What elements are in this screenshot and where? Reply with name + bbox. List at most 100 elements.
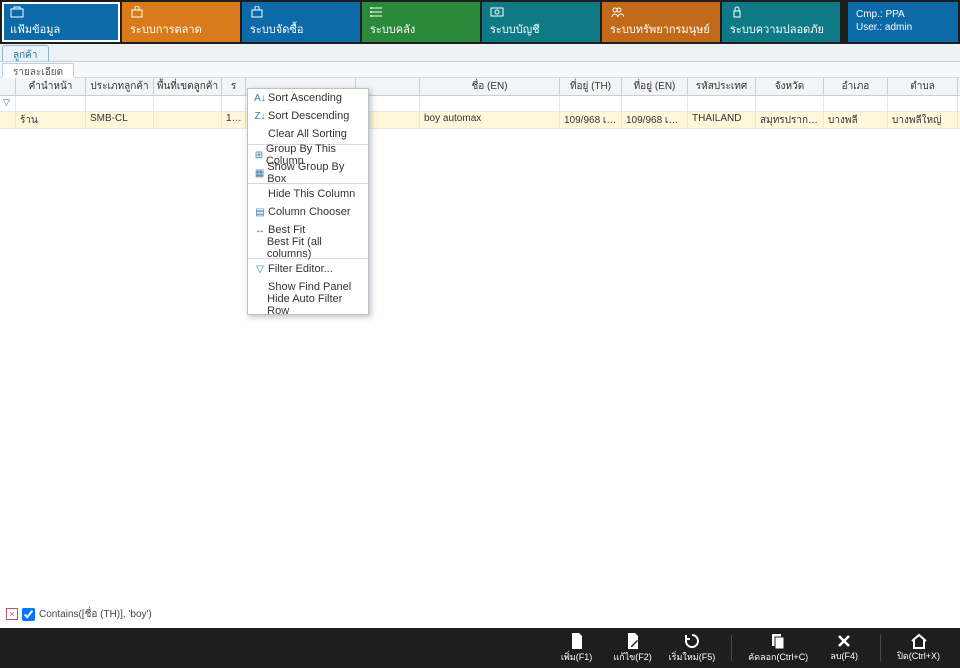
bag-icon <box>130 6 232 18</box>
cell: บางพลี <box>824 112 888 128</box>
filter-cell: ▽ <box>0 96 16 112</box>
filter-enabled-checkbox[interactable] <box>22 608 35 621</box>
briefcase-icon <box>10 6 112 18</box>
bestfit-icon: ↔ <box>252 225 268 236</box>
ribbon-tile-file[interactable]: แฟ้มข้อมูล <box>2 2 120 42</box>
ribbon-tile-hr[interactable]: ระบบทรัพยากรมนุษย์ <box>602 2 720 42</box>
lock-icon <box>730 6 832 18</box>
sub-tab-details[interactable]: รายละเอียด <box>2 63 74 78</box>
copy-icon <box>770 632 786 650</box>
filter-cell[interactable] <box>756 96 824 112</box>
grid-header[interactable]: คำนำหน้า <box>16 78 86 95</box>
funnel-icon: ▽ <box>252 264 268 275</box>
chooser-icon: ▤ <box>252 207 268 218</box>
menu-label: Show Group By Box <box>267 161 362 185</box>
sort-asc-icon: A↓ <box>252 93 268 104</box>
filter-cell[interactable] <box>420 96 560 112</box>
btn-label: ลบ(F4) <box>830 649 858 663</box>
ribbon-tile-accounting[interactable]: ระบบบัญชี <box>482 2 600 42</box>
cell: 109/968 เชียงกร... <box>560 112 622 128</box>
ribbon-label: ระบบความปลอดภัย <box>730 20 832 38</box>
cmp-label: Cmp.: <box>856 9 883 20</box>
menu-label: Show Find Panel <box>268 281 351 293</box>
sub-tabs: รายละเอียด <box>0 62 960 78</box>
grid-header-row: คำนำหน้า ประเภทลูกค้า พื้นที่เขตลูกค้า ร… <box>0 78 960 96</box>
filter-cell[interactable] <box>560 96 622 112</box>
menu-column-chooser[interactable]: ▤Column Chooser <box>248 203 368 221</box>
cmp-value: PPA <box>885 9 904 20</box>
grid-header[interactable]: ที่อยู่ (EN) <box>622 78 688 95</box>
table-row[interactable]: ร้าน SMB-CL 10-00 boy automax 109/968 เช… <box>0 112 960 129</box>
menu-sort-descending[interactable]: Z↓Sort Descending <box>248 107 368 125</box>
ribbon-label: ระบบบัญชี <box>490 20 592 38</box>
filter-cell[interactable] <box>154 96 222 112</box>
grid-header[interactable]: ร <box>222 78 246 95</box>
clear-filter-button[interactable]: × <box>6 608 18 620</box>
menu-label: Sort Ascending <box>268 92 342 104</box>
cell: บางพลีใหญ่ <box>888 112 958 128</box>
menu-label: Best Fit <box>268 224 305 236</box>
grid-header[interactable]: พื้นที่เขตลูกค้า <box>154 78 222 95</box>
edit-button[interactable]: แก้ไข(F2) <box>613 632 653 664</box>
list-icon <box>370 6 472 18</box>
menu-hide-auto-filter[interactable]: Hide Auto Filter Row <box>248 296 368 314</box>
groupbox-icon: ▦ <box>252 168 267 179</box>
menu-label: Hide Auto Filter Row <box>267 293 362 317</box>
ribbon-label: ระบบจัดซื้อ <box>250 20 352 38</box>
menu-clear-sorting[interactable]: Clear All Sorting <box>248 125 368 143</box>
close-button[interactable]: ปิด(Ctrl+X) <box>897 633 940 663</box>
grid-header[interactable]: จังหวัด <box>756 78 824 95</box>
add-button[interactable]: เพิ่ม(F1) <box>557 632 597 664</box>
menu-sort-ascending[interactable]: A↓Sort Ascending <box>248 89 368 107</box>
filter-cell[interactable] <box>16 96 86 112</box>
user-label: User.: <box>856 22 882 33</box>
filter-cell[interactable] <box>888 96 958 112</box>
btn-label: ปิด(Ctrl+X) <box>897 649 940 663</box>
ribbon-label: ระบบทรัพยากรมนุษย์ <box>610 20 712 38</box>
data-grid: คำนำหน้า ประเภทลูกค้า พื้นที่เขตลูกค้า ร… <box>0 78 960 129</box>
ribbon-tile-security[interactable]: ระบบความปลอดภัย <box>722 2 840 42</box>
menu-label: Hide This Column <box>268 188 355 200</box>
bag-icon <box>250 6 352 18</box>
user-value: admin <box>885 22 912 33</box>
file-edit-icon <box>625 632 641 650</box>
home-icon <box>910 633 928 649</box>
filter-cell[interactable] <box>688 96 756 112</box>
delete-button[interactable]: ลบ(F4) <box>824 633 864 663</box>
delete-icon <box>836 633 852 649</box>
grid-header[interactable]: ที่อยู่ (TH) <box>560 78 622 95</box>
row-indicator <box>0 112 16 128</box>
grid-header[interactable]: ประเภทลูกค้า <box>86 78 154 95</box>
refresh-button[interactable]: เริ่มใหม่(F5) <box>669 632 716 664</box>
filter-expression[interactable]: Contains([ชื่อ (TH)], 'boy') <box>39 607 152 622</box>
grid-header[interactable]: ชื่อ (EN) <box>420 78 560 95</box>
ribbon-user-info: Cmp.: PPA User.: admin <box>848 2 958 42</box>
doc-tab-customers[interactable]: ลูกค้า <box>2 45 49 61</box>
document-tabs: ลูกค้า <box>0 44 960 62</box>
bottom-toolbar: เพิ่ม(F1) แก้ไข(F2) เริ่มใหม่(F5) คัดลอก… <box>0 628 960 668</box>
menu-best-fit-all[interactable]: Best Fit (all columns) <box>248 239 368 257</box>
ribbon-tile-inventory[interactable]: ระบบคลัง <box>362 2 480 42</box>
grid-header[interactable]: อำเภอ <box>824 78 888 95</box>
grid-header-indicator[interactable] <box>0 78 16 95</box>
cell: boy automax <box>420 112 560 128</box>
filter-cell[interactable] <box>622 96 688 112</box>
btn-label: เพิ่ม(F1) <box>561 650 592 664</box>
cell: THAILAND <box>688 112 756 128</box>
filter-cell[interactable] <box>824 96 888 112</box>
group-icon: ⊞ <box>252 150 266 161</box>
btn-label: แก้ไข(F2) <box>613 650 651 664</box>
money-icon <box>490 6 592 18</box>
ribbon-tile-purchase[interactable]: ระบบจัดซื้อ <box>242 2 360 42</box>
grid-header[interactable]: ตำบล <box>888 78 958 95</box>
copy-button[interactable]: คัดลอก(Ctrl+C) <box>748 632 808 664</box>
filter-cell[interactable] <box>222 96 246 112</box>
file-plus-icon <box>569 632 585 650</box>
menu-filter-editor[interactable]: ▽Filter Editor... <box>248 260 368 278</box>
filter-cell[interactable] <box>86 96 154 112</box>
cell: 10-00 <box>222 112 246 128</box>
menu-show-group-box[interactable]: ▦Show Group By Box <box>248 164 368 182</box>
ribbon-tile-marketing[interactable]: ระบบการตลาด <box>122 2 240 42</box>
grid-header[interactable]: รหัสประเทศ <box>688 78 756 95</box>
menu-hide-column[interactable]: Hide This Column <box>248 185 368 203</box>
